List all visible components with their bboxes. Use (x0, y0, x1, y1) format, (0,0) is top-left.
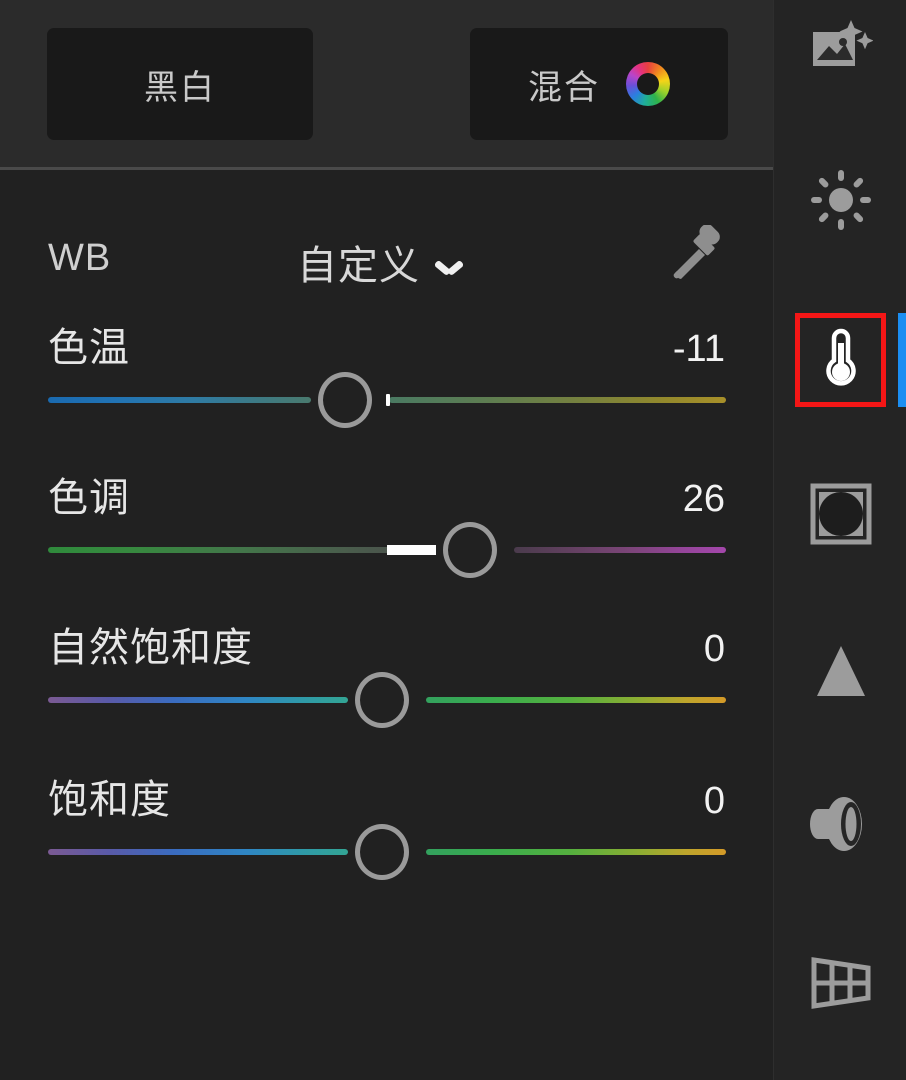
zero-mark-temperature (385, 394, 390, 406)
wb-label: WB (48, 237, 112, 279)
triangle-detail-icon (813, 644, 869, 703)
track-right-tint (514, 547, 726, 553)
tool-sidebar (773, 0, 906, 1080)
chevron-down-icon (436, 257, 462, 273)
auto-enhance-icon (809, 18, 874, 83)
slider-temperature-knob[interactable] (317, 372, 372, 428)
panel-divider (0, 167, 773, 170)
tool-detail[interactable] (774, 627, 906, 719)
light-sun-icon (810, 169, 871, 235)
slider-temperature[interactable]: 色温 -11 (0, 305, 773, 455)
slider-saturation-head: 饱和度 0 (48, 767, 725, 825)
track-right-vibrance (426, 697, 726, 703)
slider-tint-value: 26 (682, 478, 725, 520)
slider-saturation[interactable]: 饱和度 0 (0, 757, 773, 907)
eyedropper-icon[interactable] (665, 224, 727, 295)
tool-auto-enhance[interactable] (774, 4, 906, 96)
tool-light[interactable] (774, 156, 906, 248)
track-right-temperature (388, 397, 726, 403)
slider-tint-label: 色调 (48, 476, 130, 520)
slider-temperature-value: -11 (672, 328, 725, 370)
thermometer-color-icon (817, 325, 865, 394)
slider-vibrance-knob[interactable] (355, 672, 409, 728)
slider-vibrance-label: 自然饱和度 (48, 626, 253, 670)
track-right-saturation (426, 849, 726, 855)
slider-temperature-label: 色温 (48, 326, 130, 370)
white-balance-row: WB 自定义 (0, 215, 773, 311)
wb-preset-dropdown[interactable]: 自定义 (297, 233, 462, 291)
slider-tint-fill (387, 545, 437, 555)
slider-saturation-label: 饱和度 (48, 778, 171, 822)
editor-root: 黑白 混合 WB 自定义 色温 -11 色调 26 自然饱和度 0 饱和度 0 (0, 0, 906, 1080)
tool-effects[interactable] (774, 470, 906, 562)
track-left-tint (48, 547, 437, 553)
geometry-grid-icon (808, 952, 874, 1017)
slider-saturation-value: 0 (703, 780, 725, 822)
mode-bar: 黑白 混合 (0, 0, 773, 168)
mix-button[interactable]: 混合 (470, 28, 728, 140)
slider-tint-head: 色调 26 (48, 465, 725, 523)
track-left-saturation (48, 849, 348, 855)
vignette-effects-icon (810, 483, 872, 550)
color-wheel-icon (626, 62, 670, 106)
wb-preset-value: 自定义 (297, 244, 420, 288)
bw-button[interactable]: 黑白 (47, 28, 313, 140)
slider-saturation-knob[interactable] (355, 824, 409, 880)
slider-vibrance-track[interactable] (48, 672, 726, 728)
selected-tool-accent-bar (898, 313, 906, 407)
track-left-temperature (48, 397, 311, 403)
tool-geometry[interactable] (774, 938, 906, 1030)
adjustment-panel: 黑白 混合 WB 自定义 色温 -11 色调 26 自然饱和度 0 饱和度 0 (0, 0, 773, 1080)
slider-vibrance-value: 0 (703, 628, 725, 670)
lens-optics-icon (806, 795, 876, 858)
slider-temperature-head: 色温 -11 (48, 315, 725, 373)
track-left-vibrance (48, 697, 348, 703)
slider-tint-knob[interactable] (443, 522, 498, 578)
slider-saturation-track[interactable] (48, 824, 726, 880)
slider-tint[interactable]: 色调 26 (0, 455, 773, 605)
slider-vibrance-head: 自然饱和度 0 (48, 615, 725, 673)
tool-optics[interactable] (774, 780, 906, 872)
tool-color[interactable] (774, 313, 906, 405)
mix-button-label: 混合 (528, 68, 600, 107)
slider-tint-track[interactable] (48, 522, 726, 578)
bw-button-label: 黑白 (144, 68, 216, 107)
slider-temperature-track[interactable] (48, 372, 726, 428)
slider-vibrance[interactable]: 自然饱和度 0 (0, 605, 773, 755)
